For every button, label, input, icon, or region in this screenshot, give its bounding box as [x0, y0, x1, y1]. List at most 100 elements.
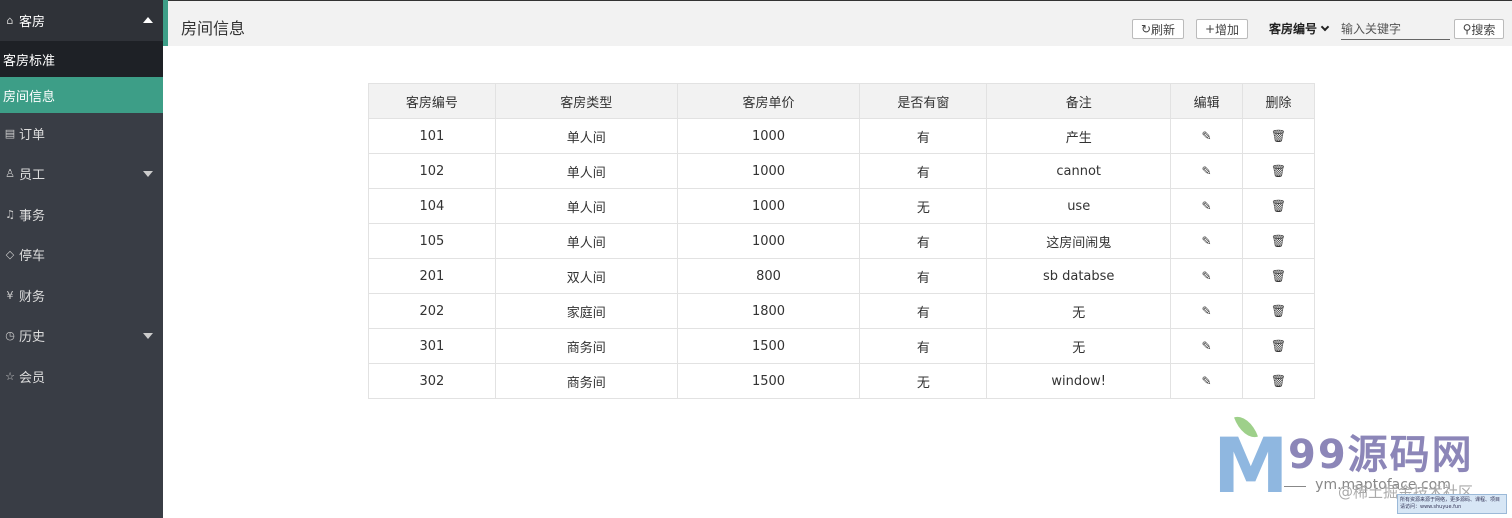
edit-button[interactable]: ✎ [1170, 188, 1244, 224]
cell-window: 有 [859, 153, 988, 189]
col-header-edit: 编辑 [1170, 83, 1244, 119]
cell-price: 1800 [676, 293, 861, 329]
delete-button[interactable]: 🗑 [1242, 188, 1315, 224]
sidebar-item-finance[interactable]: ¥ 财务 [0, 275, 163, 316]
home-icon: ⌂ [6, 14, 14, 27]
room-table: 客房编号 客房类型 客房单价 是否有窗 备注 编辑 删除 101 单人间 100… [368, 83, 1315, 399]
cell-price: 1000 [676, 153, 861, 189]
sidebar-group-rooms[interactable]: ⌂ 客房 [0, 0, 163, 41]
pencil-icon: ✎ [1201, 373, 1212, 388]
cell-room-no: 302 [368, 363, 496, 399]
pencil-icon: ✎ [1201, 128, 1212, 143]
sidebar-item-history[interactable]: ◷ 历史 [0, 316, 163, 357]
col-header-delete: 删除 [1242, 83, 1315, 119]
delete-button[interactable]: 🗑 [1242, 363, 1315, 399]
sidebar-item-orders[interactable]: ▤ 订单 [0, 113, 163, 154]
cell-price: 1500 [676, 363, 861, 399]
pencil-icon: ✎ [1201, 338, 1212, 353]
sidebar-item-room-info[interactable]: 房间信息 [0, 77, 163, 113]
cell-room-type: 单人间 [494, 188, 678, 224]
search-icon: ⚲ [1462, 22, 1472, 36]
edit-button[interactable]: ✎ [1170, 118, 1244, 154]
cell-window: 有 [859, 293, 988, 329]
table-row: 202 家庭间 1800 有 无 ✎ 🗑 [368, 293, 1315, 329]
table-row: 301 商务间 1500 有 无 ✎ 🗑 [368, 328, 1315, 364]
yen-icon: ¥ [6, 288, 14, 302]
table-row: 104 单人间 1000 无 use ✎ 🗑 [368, 188, 1315, 224]
cell-room-type: 家庭间 [494, 293, 678, 329]
cell-window: 无 [859, 188, 988, 224]
cell-window: 有 [859, 258, 988, 294]
sidebar-item-members[interactable]: ☆ 会员 [0, 356, 163, 397]
cell-note: 这房间闹鬼 [986, 223, 1172, 259]
trash-icon: 🗑 [1270, 128, 1287, 143]
sidebar-item-label: 会员 [19, 370, 46, 386]
cell-room-type: 商务间 [494, 363, 678, 399]
trash-icon: 🗑 [1270, 163, 1287, 178]
delete-button[interactable]: 🗑 [1242, 223, 1315, 259]
cell-room-no: 101 [368, 118, 496, 154]
sidebar-item-label: 停车 [19, 249, 46, 265]
cell-price: 1000 [676, 118, 861, 154]
edit-button[interactable]: ✎ [1170, 223, 1244, 259]
sidebar-group-label: 客房 [19, 15, 46, 30]
sidebar-item-affairs[interactable]: ♫ 事务 [0, 194, 163, 235]
add-button[interactable]: + 增加 [1196, 19, 1248, 39]
watermark-logo: M [1213, 421, 1289, 510]
page-title: 房间信息 [181, 19, 246, 38]
bell-icon: ♫ [5, 207, 15, 221]
edit-button[interactable]: ✎ [1170, 328, 1244, 364]
cell-room-no: 102 [368, 153, 496, 189]
table-row: 102 单人间 1000 有 cannot ✎ 🗑 [368, 153, 1315, 189]
cell-price: 1000 [676, 188, 861, 224]
clipboard-icon: ▤ [4, 126, 16, 140]
sidebar: ⌂ 客房 客房标准 房间信息 ▤ 订单 ♙ 员工 ♫ 事务 ◇ 停车 ¥ 财务 … [0, 0, 163, 518]
cell-room-no: 301 [368, 328, 496, 364]
cell-window: 有 [859, 118, 988, 154]
pencil-icon: ✎ [1201, 163, 1212, 178]
delete-button[interactable]: 🗑 [1242, 328, 1315, 364]
user-icon: ♙ [5, 167, 15, 181]
edit-button[interactable]: ✎ [1170, 363, 1244, 399]
sidebar-item-label: 财务 [19, 289, 46, 305]
search-button[interactable]: ⚲ 搜索 [1454, 19, 1504, 39]
delete-button[interactable]: 🗑 [1242, 293, 1315, 329]
pencil-icon: ✎ [1201, 233, 1212, 248]
sidebar-item-label: 房间信息 [3, 89, 56, 105]
cell-price: 1000 [676, 223, 861, 259]
sidebar-item-staff[interactable]: ♙ 员工 [0, 154, 163, 195]
sidebar-item-parking[interactable]: ◇ 停车 [0, 235, 163, 276]
edit-button[interactable]: ✎ [1170, 293, 1244, 329]
sidebar-item-label: 客房标准 [3, 53, 56, 69]
watermark-notice: 所有资源来源于网络，更多源码、课程、项目请访问：www.shuyue.fun [1397, 494, 1507, 514]
caret-up-icon [143, 17, 153, 23]
cell-room-no: 202 [368, 293, 496, 329]
cell-room-type: 商务间 [494, 328, 678, 364]
table-header-row: 客房编号 客房类型 客房单价 是否有窗 备注 编辑 删除 [368, 83, 1315, 119]
cell-room-no: 104 [368, 188, 496, 224]
edit-button[interactable]: ✎ [1170, 258, 1244, 294]
caret-down-icon [143, 170, 153, 177]
sidebar-item-label: 订单 [19, 127, 46, 143]
cell-price: 1500 [676, 328, 861, 364]
pencil-icon: ✎ [1201, 268, 1212, 283]
refresh-button[interactable]: ↻ 刷新 [1132, 19, 1184, 39]
search-input[interactable] [1341, 18, 1450, 40]
delete-button[interactable]: 🗑 [1242, 258, 1315, 294]
sidebar-item-room-standard[interactable]: 客房标准 [0, 41, 163, 77]
col-header-window: 是否有窗 [859, 83, 988, 119]
trash-icon: 🗑 [1270, 373, 1287, 388]
cell-note: window! [986, 363, 1172, 399]
refresh-icon: ↻ [1140, 22, 1152, 36]
pencil-icon: ✎ [1201, 303, 1212, 318]
edit-button[interactable]: ✎ [1170, 153, 1244, 189]
table-row: 302 商务间 1500 无 window! ✎ 🗑 [368, 363, 1315, 399]
trash-icon: 🗑 [1270, 268, 1287, 283]
trash-icon: 🗑 [1270, 338, 1287, 353]
delete-button[interactable]: 🗑 [1242, 153, 1315, 189]
delete-button[interactable]: 🗑 [1242, 118, 1315, 154]
search-field-select[interactable]: 客房编号 [1269, 20, 1330, 37]
trash-icon: 🗑 [1270, 303, 1287, 318]
col-header-room-no: 客房编号 [368, 83, 496, 119]
plus-icon: + [1204, 22, 1216, 36]
